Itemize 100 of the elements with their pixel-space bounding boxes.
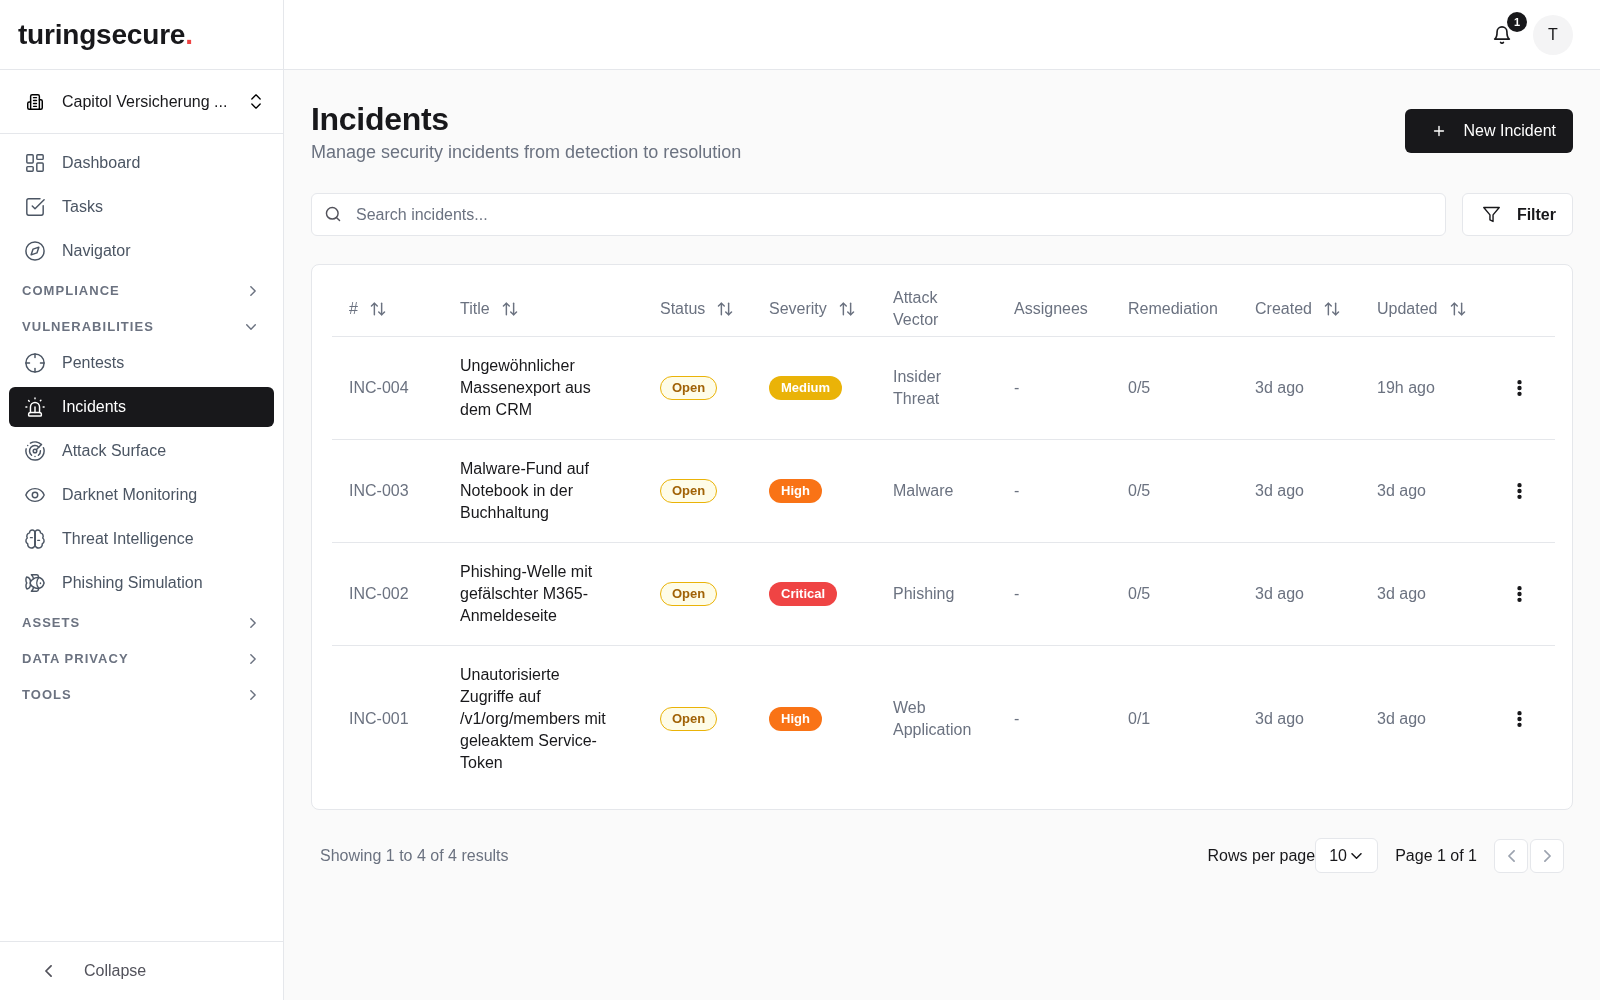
checkbox-icon xyxy=(25,197,45,217)
column-header: Assignees xyxy=(1014,299,1088,319)
section-header[interactable]: VULNERABILITIES xyxy=(9,311,274,343)
new-incident-button[interactable]: New Incident xyxy=(1404,109,1573,153)
building-icon xyxy=(27,93,43,110)
column-header[interactable]: # xyxy=(349,298,386,320)
attack-vector: Malware xyxy=(893,481,955,501)
incident-title[interactable]: Malware-Fund auf Notebook in der Buchhaltung xyxy=(460,458,612,524)
nav-item[interactable]: Dashboard xyxy=(9,143,274,183)
radar-icon xyxy=(25,441,45,461)
attack-vector: Insider Threat xyxy=(893,367,943,409)
sort-icon xyxy=(1323,301,1340,317)
grid-icon xyxy=(25,153,45,173)
sort-icon xyxy=(838,301,855,317)
chevron-right-icon xyxy=(250,654,256,664)
status-badge: Open xyxy=(660,582,718,606)
user-avatar[interactable]: T xyxy=(1533,14,1573,55)
results-summary: Showing 1 to 4 of 4 results xyxy=(320,845,509,866)
incident-id: INC-001 xyxy=(349,710,409,727)
eye-icon xyxy=(25,485,45,505)
chevron-down-icon xyxy=(1350,852,1362,859)
severity-badge: High xyxy=(769,707,822,731)
incident-id: INC-002 xyxy=(349,585,409,602)
assignees: - xyxy=(1014,585,1020,602)
funnel-icon xyxy=(1482,206,1500,223)
updated-time: 3d ago xyxy=(1377,710,1426,727)
incident-title[interactable]: Unautorisierte Zugriffe auf /v1/org/members mit geleaktem Service-Token xyxy=(460,664,612,774)
chevron-up-down-icon xyxy=(251,94,261,109)
nav-item[interactable]: Tasks xyxy=(9,187,274,227)
nav-item[interactable]: Attack Surface xyxy=(9,431,274,471)
severity-badge: High xyxy=(769,479,822,503)
created-time: 3d ago xyxy=(1255,482,1304,499)
remediation-count: 0/5 xyxy=(1128,585,1151,602)
section-header[interactable]: ASSETS xyxy=(9,607,274,639)
collapse-button[interactable]: Collapse xyxy=(0,941,283,1000)
created-time: 3d ago xyxy=(1255,379,1304,396)
siren-icon xyxy=(25,397,45,417)
status-badge: Open xyxy=(660,479,718,503)
rows-per-page-label: Rows per page xyxy=(1207,845,1316,866)
nav-item[interactable]: Threat Intelligence xyxy=(9,519,274,559)
page-title: Incidents xyxy=(311,100,450,138)
column-header[interactable]: Updated xyxy=(1377,298,1466,320)
created-time: 3d ago xyxy=(1255,710,1304,727)
created-time: 3d ago xyxy=(1255,585,1304,602)
nav-item[interactable]: Darknet Monitoring xyxy=(9,475,274,515)
severity-badge: Medium xyxy=(769,376,843,400)
filter-button[interactable]: Filter xyxy=(1461,193,1573,236)
search-field[interactable]: Search incidents... xyxy=(311,193,1446,236)
kebab-icon xyxy=(1516,711,1522,727)
page-subtitle: Manage security incidents from detection to resolution xyxy=(311,141,742,164)
incident-title[interactable]: Phishing-Welle mit gefälschter M365-Anmeldeseite xyxy=(460,561,612,627)
kebab-icon xyxy=(1516,380,1522,396)
sort-icon xyxy=(369,301,386,317)
incident-title[interactable]: Ungewöhnlicher Massenexport aus dem CRM xyxy=(460,355,612,421)
nav-item[interactable]: Pentests xyxy=(9,343,274,383)
chevron-left-icon xyxy=(45,965,52,977)
column-header[interactable]: Title xyxy=(460,298,518,320)
remediation-count: 0/5 xyxy=(1128,482,1151,499)
section-header[interactable]: COMPLIANCE xyxy=(9,275,274,307)
logo[interactable]: turingsecure. xyxy=(18,20,193,49)
assignees: - xyxy=(1014,379,1020,396)
incident-id: INC-004 xyxy=(349,379,409,396)
remediation-count: 0/5 xyxy=(1128,379,1151,396)
column-header[interactable]: Severity xyxy=(769,298,855,320)
fish-icon xyxy=(25,573,45,593)
chevron-right-icon xyxy=(250,286,256,296)
rows-per-page-select[interactable]: 10 xyxy=(1315,838,1379,873)
remediation-count: 0/1 xyxy=(1128,710,1151,727)
attack-vector: Web Application xyxy=(893,698,973,740)
nav-item[interactable]: Incidents xyxy=(9,387,274,427)
plus-icon xyxy=(1431,124,1446,138)
sort-icon xyxy=(717,301,734,317)
nav-item[interactable]: Navigator xyxy=(9,231,274,271)
page-info: Page 1 of 1 xyxy=(1395,845,1477,866)
chevron-right-icon xyxy=(250,690,256,700)
chevron-down-icon xyxy=(246,324,256,330)
updated-time: 19h ago xyxy=(1377,379,1435,396)
severity-badge: Critical xyxy=(769,582,838,606)
assignees: - xyxy=(1014,710,1020,727)
crosshair-icon xyxy=(25,353,45,373)
status-badge: Open xyxy=(660,376,718,400)
status-badge: Open xyxy=(660,707,718,731)
nav-item[interactable]: Phishing Simulation xyxy=(9,563,274,603)
kebab-icon xyxy=(1516,483,1522,499)
notification-count: 1 xyxy=(1507,11,1527,32)
chevron-right-icon xyxy=(1543,849,1551,862)
column-header[interactable]: Created xyxy=(1255,298,1340,320)
sort-icon xyxy=(501,301,518,317)
column-header[interactable]: Status xyxy=(660,298,734,320)
section-header[interactable]: TOOLS xyxy=(9,679,274,711)
attack-vector: Phishing xyxy=(893,584,956,604)
brain-icon xyxy=(25,529,45,549)
sort-icon xyxy=(1449,301,1466,317)
compass-icon xyxy=(25,241,45,261)
incident-id: INC-003 xyxy=(349,482,409,499)
updated-time: 3d ago xyxy=(1377,585,1426,602)
chevron-left-icon xyxy=(1507,849,1515,862)
section-header[interactable]: DATA PRIVACY xyxy=(9,643,274,675)
column-header: Attack Vector xyxy=(893,288,940,330)
chevron-right-icon xyxy=(250,618,256,628)
